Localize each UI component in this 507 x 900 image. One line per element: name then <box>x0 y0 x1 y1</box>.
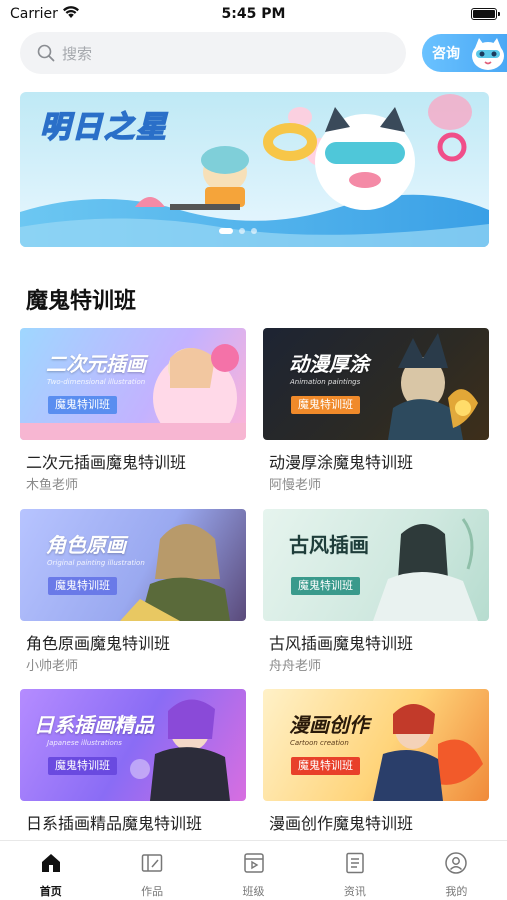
pagination-dot <box>219 228 233 234</box>
course-card[interactable]: 漫画创作 Cartoon creation 魔鬼特训班 漫画创作魔鬼特训班 <box>263 689 489 833</box>
home-icon <box>41 854 60 872</box>
course-title: 日系插画精品魔鬼特训班 <box>26 814 203 833</box>
thumbnail-title: 角色原画 <box>46 533 126 557</box>
course-title: 二次元插画魔鬼特训班 <box>26 453 187 472</box>
thumbnail-subtitle: Original painting illustration <box>47 559 145 567</box>
consult-button[interactable]: 咨询 <box>422 34 507 72</box>
thumbnail-title: 二次元插画 <box>46 352 146 376</box>
thumbnail-subtitle: Two-dimensional illustration <box>47 378 146 386</box>
tab-works[interactable]: 作品 <box>101 841 202 900</box>
tab-news[interactable]: 资讯 <box>304 841 405 900</box>
thumbnail-badge: 魔鬼特训班 <box>48 396 117 414</box>
course-title: 动漫厚涂魔鬼特训班 <box>269 453 414 472</box>
tab-label: 资讯 <box>343 885 366 898</box>
course-title: 古风插画魔鬼特训班 <box>269 634 414 653</box>
pagination-dot <box>251 228 257 234</box>
search-icon <box>37 44 55 62</box>
promo-banner[interactable]: 明日之星 <box>20 92 489 247</box>
course-thumbnail: 古风插画 魔鬼特训班 <box>263 509 489 621</box>
thumbnail-badge: 魔鬼特训班 <box>291 577 360 595</box>
thumbnail-badge: 魔鬼特训班 <box>48 757 117 775</box>
course-teacher: 舟舟老师 <box>269 659 322 674</box>
course-card[interactable]: 角色原画 Original painting illustration 魔鬼特训… <box>20 509 246 674</box>
course-title: 角色原画魔鬼特训班 <box>26 634 171 653</box>
tab-label: 首页 <box>39 885 62 898</box>
thumbnail-title: 动漫厚涂 <box>289 352 369 376</box>
status-bar: Carrier 5:45 PM <box>0 0 507 30</box>
search-placeholder: 搜索 <box>62 45 93 63</box>
thumbnail-title: 古风插画 <box>289 533 369 557</box>
tab-bar: 首页 作品 班级 资讯 我的 <box>0 840 507 900</box>
battery-icon <box>471 8 500 20</box>
course-teacher: 阿慢老师 <box>269 478 322 493</box>
tab-label: 我的 <box>445 885 468 898</box>
course-thumbnail: 日系插画精品 Japanese illustrations 魔鬼特训班 <box>20 689 246 801</box>
thumbnail-badge: 魔鬼特训班 <box>291 757 360 775</box>
thumbnail-subtitle: Animation paintings <box>290 378 361 386</box>
consult-label: 咨询 <box>432 46 460 62</box>
tab-label: 班级 <box>242 885 265 898</box>
thumbnail-subtitle: Japanese illustrations <box>47 739 122 747</box>
profile-icon <box>445 852 468 874</box>
tab-class[interactable]: 班级 <box>203 841 304 900</box>
banner-pagination <box>219 228 257 234</box>
mascot-icon <box>472 38 504 70</box>
course-thumbnail: 动漫厚涂 Animation paintings 魔鬼特训班 <box>263 328 489 440</box>
course-card[interactable]: 二次元插画 Two-dimensional illustration 魔鬼特训班… <box>20 328 246 493</box>
course-teacher: 小帅老师 <box>26 659 79 674</box>
thumbnail-title: 日系插画精品 <box>34 713 154 737</box>
works-icon <box>141 854 163 872</box>
tab-label: 作品 <box>141 885 164 898</box>
pagination-dot <box>239 228 245 234</box>
course-card[interactable]: 动漫厚涂 Animation paintings 魔鬼特训班 动漫厚涂魔鬼特训班… <box>263 328 489 493</box>
course-card[interactable]: 日系插画精品 Japanese illustrations 魔鬼特训班 日系插画… <box>20 689 246 833</box>
status-time: 5:45 PM <box>221 6 286 22</box>
tab-home[interactable]: 首页 <box>0 841 101 900</box>
thumbnail-subtitle: Cartoon creation <box>290 739 349 747</box>
class-icon <box>243 853 264 873</box>
course-thumbnail: 漫画创作 Cartoon creation 魔鬼特训班 <box>263 689 489 801</box>
search-input[interactable]: 搜索 <box>20 32 406 74</box>
tab-profile[interactable]: 我的 <box>406 841 507 900</box>
course-card[interactable]: 古风插画 魔鬼特训班 古风插画魔鬼特训班 舟舟老师 <box>263 509 489 674</box>
course-teacher: 木鱼老师 <box>26 478 79 493</box>
thumbnail-badge: 魔鬼特训班 <box>291 396 360 414</box>
course-thumbnail: 二次元插画 Two-dimensional illustration 魔鬼特训班 <box>20 328 246 440</box>
thumbnail-art <box>373 518 478 621</box>
banner-title: 明日之星 <box>39 109 168 146</box>
course-title: 漫画创作魔鬼特训班 <box>269 814 414 833</box>
course-thumbnail: 角色原画 Original painting illustration 魔鬼特训… <box>20 509 246 621</box>
thumbnail-title: 漫画创作 <box>289 713 369 737</box>
section-title: 魔鬼特训班 <box>26 289 137 314</box>
news-icon <box>346 852 364 874</box>
thumbnail-badge: 魔鬼特训班 <box>48 577 117 595</box>
